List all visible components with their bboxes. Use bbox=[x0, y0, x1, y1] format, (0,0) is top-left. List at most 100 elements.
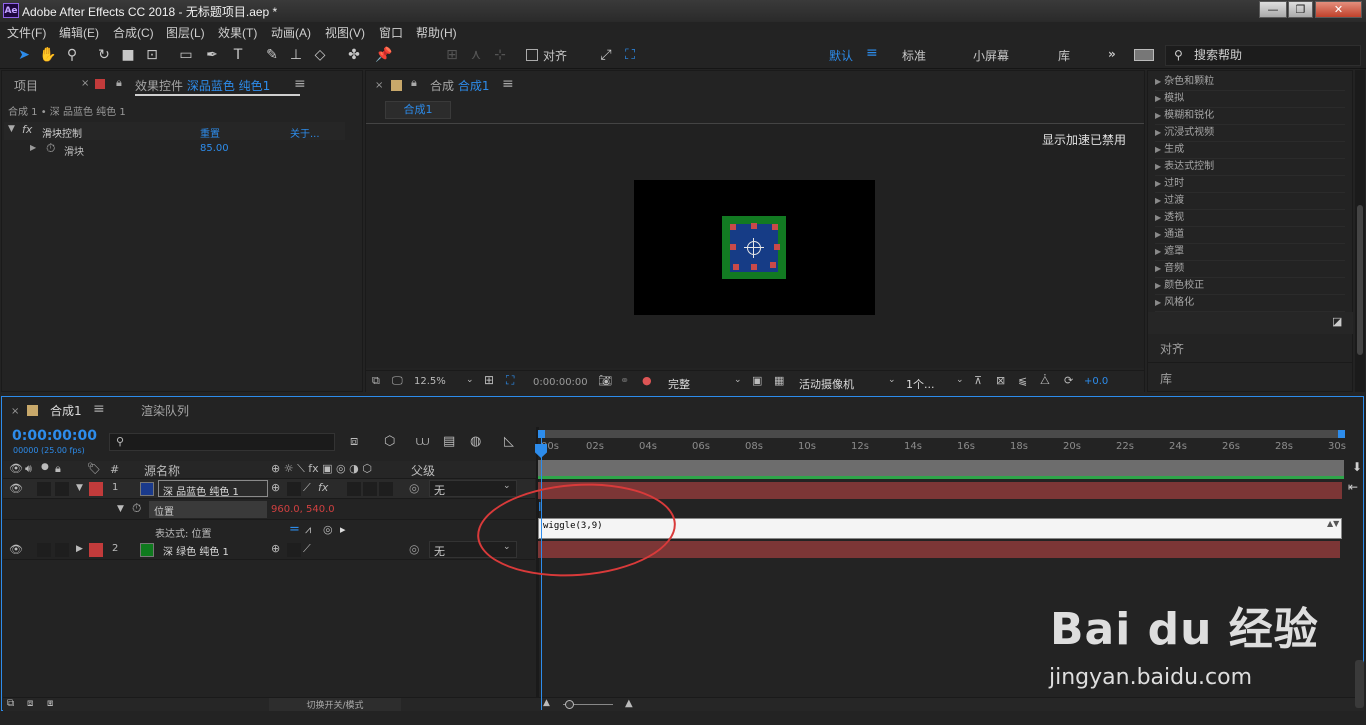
workspace-menu-icon[interactable]: ≡ bbox=[866, 45, 878, 61]
quality-switch-icon[interactable]: ⟋ bbox=[303, 481, 311, 495]
scrollbar[interactable] bbox=[1355, 70, 1365, 392]
timeline-search-input[interactable]: ⚲ bbox=[109, 433, 335, 451]
menu-view[interactable]: 视图(V) bbox=[325, 24, 365, 41]
maximize-button[interactable]: ❐ bbox=[1288, 1, 1313, 18]
world-axis-icon[interactable]: ⋏ bbox=[466, 45, 486, 65]
minimize-button[interactable]: — bbox=[1259, 1, 1287, 18]
work-area-end-handle[interactable] bbox=[1338, 430, 1345, 438]
rectangle-tool-icon[interactable]: ▭ bbox=[176, 45, 196, 65]
workspace-more-button[interactable]: » bbox=[1108, 47, 1116, 61]
stopwatch-icon[interactable]: ⏱︎ bbox=[46, 141, 55, 156]
timeline-scrollbar-thumb[interactable] bbox=[1355, 660, 1364, 708]
visibility-eye-icon[interactable]: 👁︎ bbox=[9, 543, 23, 556]
anchor-point-icon[interactable] bbox=[747, 241, 761, 255]
effect-category-generate[interactable]: ▶ 生成 bbox=[1155, 142, 1345, 159]
solo-box[interactable] bbox=[37, 482, 51, 496]
pen-tool-icon[interactable]: ✒ bbox=[202, 45, 222, 65]
solo-icon[interactable]: ● bbox=[41, 462, 49, 472]
fast-preview-icon[interactable]: ⊠ bbox=[996, 374, 1005, 387]
menu-composition[interactable]: 合成(C) bbox=[113, 24, 154, 41]
hand-tool-icon[interactable]: ✋ bbox=[38, 45, 58, 65]
switch-box[interactable] bbox=[347, 482, 361, 496]
marker-icon[interactable]: ⇤ bbox=[1348, 480, 1358, 494]
workspace-library[interactable]: 库 bbox=[1058, 47, 1070, 64]
eraser-tool-icon[interactable]: ◇ bbox=[310, 45, 330, 65]
layer-row-1[interactable]: 👁︎ ▼ 1 深 品蓝色 纯色 1 ⊕ ⟋ fx ◎ 无 ⌄ bbox=[3, 479, 535, 499]
transform-handle[interactable] bbox=[733, 264, 739, 270]
visibility-eye-icon[interactable]: 👁︎ bbox=[9, 482, 23, 495]
zoom-in-icon[interactable]: ▲ bbox=[625, 698, 633, 709]
layer-label-color[interactable] bbox=[89, 482, 103, 496]
transform-handle[interactable] bbox=[751, 223, 757, 229]
camera-snapshot-icon[interactable]: 📷︎ bbox=[598, 374, 612, 387]
expression-pickwhip-icon[interactable]: ◎ bbox=[323, 523, 333, 536]
transform-handle[interactable] bbox=[730, 224, 736, 230]
lock-box[interactable] bbox=[55, 543, 69, 557]
panel-menu-icon[interactable]: ≡ bbox=[502, 76, 514, 92]
close-button[interactable]: ✕ bbox=[1315, 1, 1362, 18]
tab-project[interactable]: 项目 bbox=[14, 77, 38, 94]
property-row-position[interactable]: ▼ ⏱︎ 位置 960.0, 540.0 bbox=[3, 500, 535, 520]
expression-scroll-arrows[interactable]: ▲▼ bbox=[1327, 519, 1339, 528]
menu-edit[interactable]: 编辑(E) bbox=[59, 24, 99, 41]
fx-icon[interactable]: fx bbox=[22, 123, 32, 136]
collapse-triangle-icon[interactable]: ▼ bbox=[117, 504, 124, 514]
work-area-start-handle[interactable] bbox=[538, 430, 545, 438]
timeline-timecode[interactable]: 0:00:00:00 bbox=[12, 428, 97, 444]
menu-layer[interactable]: 图层(L) bbox=[166, 24, 205, 41]
exposure-value[interactable]: +0.0 bbox=[1084, 376, 1108, 387]
menu-animation[interactable]: 动画(A) bbox=[271, 24, 311, 41]
new-folder-icon[interactable]: ◪ bbox=[1332, 315, 1342, 328]
comp-viewer[interactable]: 显示加速已禁用 bbox=[366, 124, 1144, 368]
comp-timecode[interactable]: 0:00:00:00 bbox=[533, 377, 588, 388]
camera-dropdown[interactable]: 活动摄像机 bbox=[799, 376, 854, 392]
expand-triangle-icon[interactable]: ▶ bbox=[76, 544, 83, 554]
effect-category-transition[interactable]: ▶ 过渡 bbox=[1155, 193, 1345, 210]
draft-3d-icon[interactable]: ⬡ bbox=[384, 434, 395, 449]
quality-switch-icon[interactable]: ⟋ bbox=[303, 542, 311, 556]
effect-category-channel[interactable]: ▶ 通道 bbox=[1155, 227, 1345, 244]
rotate-tool-icon[interactable]: ↻ bbox=[94, 45, 114, 65]
transform-handle[interactable] bbox=[751, 264, 757, 270]
eye-icon[interactable]: 👁︎ bbox=[9, 462, 23, 475]
switch-box[interactable] bbox=[363, 482, 377, 496]
lock-icon[interactable]: 🔒︎ bbox=[411, 76, 417, 90]
pickwhip-icon[interactable]: ◎ bbox=[409, 542, 419, 556]
audio-icon[interactable]: 🔊︎ bbox=[25, 462, 32, 476]
duration-toggle-icon[interactable]: ⧆ bbox=[47, 698, 53, 709]
effect-category-audio[interactable]: ▶ 音频 bbox=[1155, 261, 1345, 278]
transform-handle[interactable] bbox=[774, 244, 780, 250]
frame-blending-icon[interactable]: ▤ bbox=[443, 434, 455, 449]
clone-stamp-tool-icon[interactable]: ⊥ bbox=[286, 45, 306, 65]
expression-enable-icon[interactable]: = bbox=[289, 522, 300, 537]
toggle-pixel-aspect-icon[interactable]: ⊼ bbox=[974, 374, 982, 387]
resolution-grid-icon[interactable]: ⊞ bbox=[484, 373, 494, 387]
snap-edges-icon[interactable]: ⤢ bbox=[596, 45, 616, 65]
close-tab-icon[interactable]: × bbox=[81, 78, 89, 89]
switch-box[interactable] bbox=[287, 482, 301, 496]
work-area-bar[interactable] bbox=[538, 430, 1343, 438]
menu-window[interactable]: 窗口 bbox=[379, 24, 403, 41]
local-axis-icon[interactable]: ⊞ bbox=[442, 45, 462, 65]
menu-file[interactable]: 文件(F) bbox=[7, 24, 46, 41]
solo-box[interactable] bbox=[37, 543, 51, 557]
zoom-dropdown[interactable]: 12.5% bbox=[414, 376, 446, 387]
camera-tool-icon[interactable]: ■ bbox=[118, 45, 138, 65]
panel-menu-icon[interactable]: ≡ bbox=[93, 401, 105, 417]
type-tool-icon[interactable]: T bbox=[228, 45, 248, 65]
region-of-interest-icon[interactable]: ▣ bbox=[752, 374, 762, 387]
flowchart-icon[interactable]: ⧊ bbox=[1040, 374, 1050, 388]
transform-handle[interactable] bbox=[730, 244, 736, 250]
motion-blur-icon[interactable]: ◍ bbox=[470, 434, 481, 449]
graph-editor-icon[interactable]: ◺ bbox=[504, 434, 514, 449]
views-dropdown[interactable]: 1个... bbox=[906, 376, 935, 392]
shy-switch-icon[interactable]: ⊕ bbox=[271, 542, 280, 555]
menu-effect[interactable]: 效果(T) bbox=[218, 24, 257, 41]
lock-icon[interactable]: 🔒︎ bbox=[116, 76, 122, 90]
about-link[interactable]: 关于... bbox=[290, 125, 320, 140]
monitor-icon[interactable]: 🖵 bbox=[392, 374, 403, 388]
snap-features-icon[interactable]: ⛶ bbox=[620, 45, 640, 65]
slider-value[interactable]: 85.00 bbox=[200, 143, 229, 154]
modes-toggle-icon[interactable]: ⧈ bbox=[27, 698, 33, 709]
fx-switch-icon[interactable]: fx bbox=[318, 481, 328, 494]
